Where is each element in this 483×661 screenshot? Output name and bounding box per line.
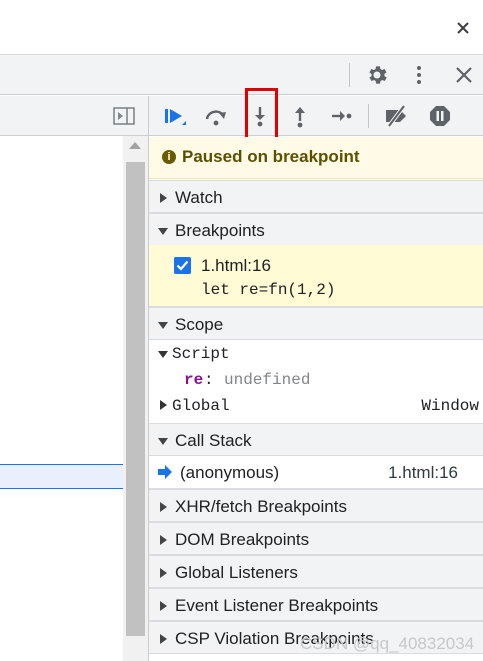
step-icon[interactable] <box>329 104 353 128</box>
csp-violation-label: CSP Violation Breakpoints <box>175 629 374 648</box>
variable-separator: : <box>204 371 214 389</box>
xhr-fetch-breakpoints-header[interactable]: XHR/fetch Breakpoints <box>149 489 483 522</box>
expand-arrow-icon <box>160 535 167 545</box>
resume-icon[interactable] <box>162 104 186 128</box>
more-vertical-icon[interactable] <box>407 63 431 87</box>
editor-toolbar <box>0 96 148 136</box>
close-icon[interactable] <box>452 63 476 87</box>
gear-icon[interactable] <box>365 63 389 87</box>
expand-arrow-icon <box>160 400 167 410</box>
info-icon: i <box>162 150 176 164</box>
watch-label: Watch <box>175 188 223 207</box>
watch-section-header[interactable]: Watch <box>149 180 483 213</box>
current-line-highlight <box>0 464 123 489</box>
debugger-sidebar: i Paused on breakpoint Watch Breakpoints… <box>149 88 483 661</box>
devtools-tab-bar <box>0 55 483 95</box>
variable-value: undefined <box>224 371 311 389</box>
expand-arrow-icon <box>160 502 167 512</box>
scroll-up-arrow-icon[interactable] <box>129 142 141 149</box>
csp-violation-breakpoints-header[interactable]: CSP Violation Breakpoints <box>149 621 483 654</box>
scope-script-label: Script <box>172 345 230 363</box>
breakpoint-code: let re=fn(1,2) <box>201 281 336 299</box>
scope-global-label: Global <box>172 397 230 415</box>
close-icon[interactable] <box>455 20 471 36</box>
scrollbar-thumb[interactable] <box>126 162 145 636</box>
breakpoint-item[interactable]: 1.html:16 let re=fn(1,2) <box>149 245 483 307</box>
scope-variable-row[interactable]: re : undefined <box>149 367 483 393</box>
current-frame-arrow-icon <box>158 465 172 479</box>
dom-breakpoints-header[interactable]: DOM Breakpoints <box>149 522 483 555</box>
global-listeners-label: Global Listeners <box>175 563 298 582</box>
step-over-icon[interactable] <box>204 104 228 128</box>
collapse-arrow-icon <box>158 438 168 445</box>
scope-script-row[interactable]: Script <box>149 341 483 367</box>
frame-location[interactable]: 1.html:16 <box>388 463 458 483</box>
toolbar-divider <box>368 104 369 128</box>
breakpoint-location[interactable]: 1.html:16 <box>201 256 271 276</box>
breakpoint-checkbox[interactable] <box>174 257 191 274</box>
editor-content <box>0 136 123 661</box>
expand-arrow-icon <box>160 568 167 578</box>
deactivate-breakpoints-icon[interactable] <box>382 104 410 128</box>
variable-name: re <box>184 371 204 389</box>
scope-tree: Script re : undefined Global Window <box>149 341 483 423</box>
toolbar-divider <box>349 63 350 87</box>
pause-on-exceptions-icon[interactable] <box>428 104 452 128</box>
toggle-sidebar-icon[interactable] <box>113 107 135 125</box>
dom-breakpoints-label: DOM Breakpoints <box>175 530 310 549</box>
event-listener-breakpoints-header[interactable]: Event Listener Breakpoints <box>149 588 483 621</box>
collapse-arrow-icon <box>158 351 168 358</box>
paused-banner: i Paused on breakpoint <box>149 137 483 179</box>
breakpoints-label: Breakpoints <box>175 221 265 240</box>
global-listeners-header[interactable]: Global Listeners <box>149 555 483 588</box>
collapse-arrow-icon <box>158 228 168 235</box>
scope-label: Scope <box>175 315 224 334</box>
debugger-toolbar <box>149 88 483 144</box>
xhr-fetch-label: XHR/fetch Breakpoints <box>175 497 347 516</box>
expand-arrow-icon <box>160 193 167 203</box>
call-stack-section-header[interactable]: Call Stack <box>149 423 483 456</box>
breakpoints-section-header[interactable]: Breakpoints <box>149 213 483 246</box>
paused-message: Paused on breakpoint <box>182 147 360 166</box>
expand-arrow-icon <box>160 601 167 611</box>
browser-top-bar <box>0 0 483 55</box>
collapse-arrow-icon <box>158 322 168 329</box>
step-into-icon[interactable] <box>248 104 272 128</box>
scope-section-header[interactable]: Scope <box>149 307 483 340</box>
frame-name: (anonymous) <box>180 463 280 482</box>
call-stack-frame[interactable]: (anonymous) 1.html:16 <box>149 456 483 489</box>
expand-arrow-icon <box>160 634 167 644</box>
scope-global-row[interactable]: Global Window <box>149 393 483 419</box>
step-out-icon[interactable] <box>288 104 312 128</box>
event-listener-label: Event Listener Breakpoints <box>175 596 379 615</box>
call-stack-label: Call Stack <box>175 431 252 450</box>
scope-global-value: Window <box>421 397 479 415</box>
